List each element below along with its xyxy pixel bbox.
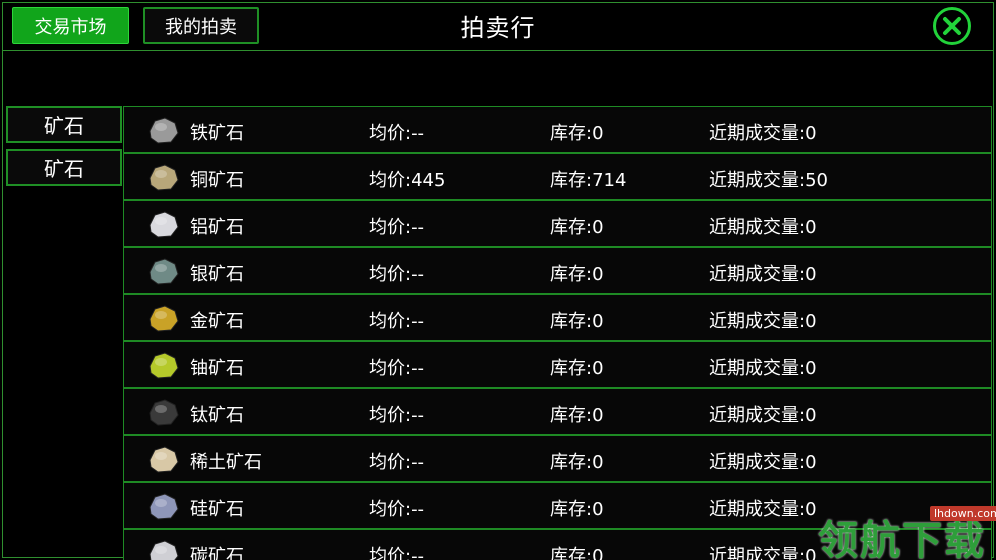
recent-volume: 近期成交量:0: [709, 452, 817, 473]
watermark-badge: lhdown.com: [930, 506, 996, 521]
ore-name: 稀土矿石: [190, 452, 262, 473]
tab-trade-market[interactable]: 交易市场: [12, 7, 129, 44]
average-price: 均价:--: [369, 405, 425, 426]
stock-count: 库存:0: [550, 405, 604, 426]
ore-icon: [149, 399, 179, 426]
average-price: 均价:--: [369, 217, 425, 238]
recent-volume: 近期成交量:0: [709, 123, 817, 144]
stock-count: 库存:714: [550, 170, 627, 191]
stock-count: 库存:0: [550, 264, 604, 285]
ore-name: 铝矿石: [190, 217, 244, 238]
close-button[interactable]: [933, 7, 971, 45]
ore-name: 钛矿石: [190, 405, 244, 426]
average-price: 均价:--: [369, 358, 425, 379]
recent-volume: 近期成交量:0: [709, 405, 817, 426]
top-bar: 交易市场 我的拍卖 拍卖行: [0, 0, 996, 50]
market-row[interactable]: 稀土矿石 均价:-- 库存:0 近期成交量:0: [123, 435, 992, 482]
ore-icon: [149, 117, 179, 144]
recent-volume: 近期成交量:0: [709, 311, 817, 332]
item-list[interactable]: 铁矿石 均价:-- 库存:0 近期成交量:0 铜矿石 均价:445 库存:714 近期成交量:…: [123, 106, 992, 560]
average-price: 均价:--: [369, 452, 425, 473]
stock-count: 库存:0: [550, 452, 604, 473]
recent-volume: 近期成交量:50: [709, 170, 828, 191]
tab-my-auction[interactable]: 我的拍卖: [143, 7, 259, 44]
ore-icon: [149, 352, 179, 379]
watermark: 领航下载 lhdown.com: [812, 506, 996, 560]
average-price: 均价:445: [369, 170, 446, 191]
ore-name: 碳矿石: [190, 546, 244, 560]
market-row[interactable]: 铜矿石 均价:445 库存:714 近期成交量:50: [123, 153, 992, 200]
ore-name: 金矿石: [190, 311, 244, 332]
market-row[interactable]: 铁矿石 均价:-- 库存:0 近期成交量:0: [123, 106, 992, 153]
ore-icon: [149, 493, 179, 520]
recent-volume: 近期成交量:0: [709, 264, 817, 285]
close-icon: [943, 17, 961, 35]
recent-volume: 近期成交量:0: [709, 358, 817, 379]
market-row[interactable]: 金矿石 均价:-- 库存:0 近期成交量:0: [123, 294, 992, 341]
header-divider: [2, 50, 994, 51]
ore-icon: [149, 305, 179, 332]
average-price: 均价:--: [369, 311, 425, 332]
ore-icon: [149, 446, 179, 473]
recent-volume: 近期成交量:0: [709, 217, 817, 238]
ore-name: 银矿石: [190, 264, 244, 285]
ore-icon: [149, 211, 179, 238]
average-price: 均价:--: [369, 264, 425, 285]
recent-volume: 近期成交量:0: [709, 546, 817, 560]
ore-icon: [149, 540, 179, 560]
ore-name: 铜矿石: [190, 170, 244, 191]
category-ore-button[interactable]: 矿石: [6, 106, 122, 143]
ore-icon: [149, 164, 179, 191]
ore-name: 铀矿石: [190, 358, 244, 379]
average-price: 均价:--: [369, 123, 425, 144]
market-row[interactable]: 钛矿石 均价:-- 库存:0 近期成交量:0: [123, 388, 992, 435]
market-row[interactable]: 铀矿石 均价:-- 库存:0 近期成交量:0: [123, 341, 992, 388]
average-price: 均价:--: [369, 499, 425, 520]
page-title: 拍卖行: [460, 14, 536, 42]
ore-icon: [149, 258, 179, 285]
stock-count: 库存:0: [550, 123, 604, 144]
ore-name: 铁矿石: [190, 123, 244, 144]
stock-count: 库存:0: [550, 311, 604, 332]
stock-count: 库存:0: [550, 217, 604, 238]
average-price: 均价:--: [369, 546, 425, 560]
category-ore-button-2[interactable]: 矿石: [6, 149, 122, 186]
ore-name: 硅矿石: [190, 499, 244, 520]
recent-volume: 近期成交量:0: [709, 499, 817, 520]
market-row[interactable]: 铝矿石 均价:-- 库存:0 近期成交量:0: [123, 200, 992, 247]
stock-count: 库存:0: [550, 358, 604, 379]
market-row[interactable]: 银矿石 均价:-- 库存:0 近期成交量:0: [123, 247, 992, 294]
stock-count: 库存:0: [550, 499, 604, 520]
stock-count: 库存:0: [550, 546, 604, 560]
